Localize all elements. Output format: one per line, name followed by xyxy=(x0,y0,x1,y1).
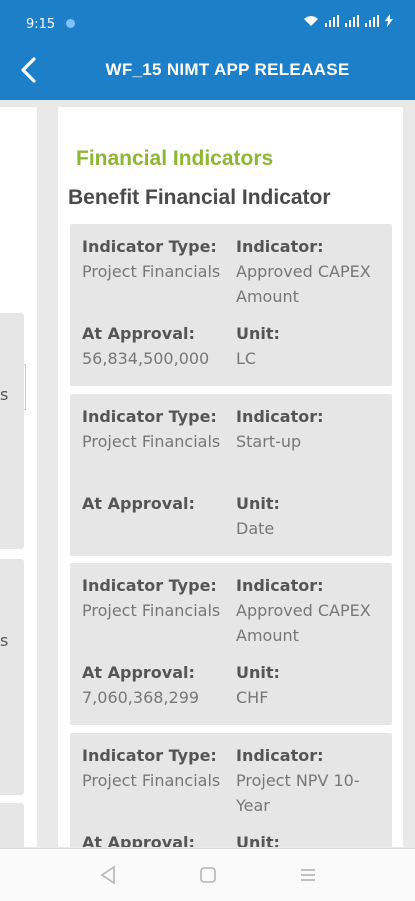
indicator-card[interactable]: Indicator Type: Project Financials Indic… xyxy=(70,563,392,725)
field-label: Indicator: xyxy=(236,576,324,595)
field-label: Indicator Type: xyxy=(82,746,217,765)
field-label: Indicator Type: xyxy=(82,576,217,595)
field-label: Indicator: xyxy=(236,237,324,256)
indicator-field: Indicator: Approved CAPEX Amount xyxy=(236,573,386,648)
field-label: At Approval: xyxy=(82,324,195,343)
field-value: Project Financials xyxy=(82,262,221,281)
field-label: At Approval: xyxy=(82,494,195,513)
field-value: 7,060,368,299 xyxy=(82,688,200,707)
indicator-card[interactable]: Indicator Type: Project Financials Indic… xyxy=(70,733,392,847)
financial-indicators-panel: Financial Indicators Benefit Financial I… xyxy=(58,107,403,847)
previous-card-text: s xyxy=(0,631,9,650)
field-label: Unit: xyxy=(236,833,280,847)
field-label: Unit: xyxy=(236,324,280,343)
status-bar: 9:15 xyxy=(0,0,415,42)
indicator-type-field: Indicator Type: Project Financials xyxy=(82,743,230,793)
app-bar: WF_15 NIMT APP RELEAASE xyxy=(0,42,415,100)
sub-title: Benefit Financial Indicator xyxy=(68,186,331,209)
unit-field: Unit: xyxy=(236,830,386,847)
indicator-type-field: Indicator Type: Project Financials xyxy=(82,404,230,454)
square-home-icon xyxy=(200,867,216,883)
field-value: Approved CAPEX Amount xyxy=(236,262,371,306)
unit-field: Unit: CHF xyxy=(236,660,386,710)
wifi-icon xyxy=(304,16,318,26)
signal-icon xyxy=(365,15,379,27)
unit-field: Unit: Date xyxy=(236,491,386,541)
field-label: Unit: xyxy=(236,663,280,682)
indicator-field: Indicator: Start-up xyxy=(236,404,386,454)
at-approval-field: At Approval: xyxy=(82,830,232,847)
notification-icon xyxy=(66,19,75,28)
field-value: Project Financials xyxy=(82,771,221,790)
indicator-type-field: Indicator Type: Project Financials xyxy=(82,573,230,623)
status-time: 9:15 xyxy=(26,17,56,32)
signal-icon xyxy=(345,15,359,27)
indicator-field: Indicator: Approved CAPEX Amount xyxy=(236,234,386,309)
at-approval-field: At Approval: 7,060,368,299 xyxy=(82,660,232,710)
indicator-card[interactable]: Indicator Type: Project Financials Indic… xyxy=(70,224,392,386)
signal-icon xyxy=(325,15,339,27)
previous-card: s xyxy=(0,559,24,795)
indicator-card[interactable]: Indicator Type: Project Financials Indic… xyxy=(70,394,392,556)
field-label: Indicator Type: xyxy=(82,237,217,256)
menu-lines-icon xyxy=(301,869,315,881)
previous-panel[interactable]: s s xyxy=(0,107,37,863)
nav-recents-button[interactable] xyxy=(294,863,322,887)
triangle-back-icon xyxy=(100,865,115,885)
at-approval-field: At Approval: xyxy=(82,491,232,516)
field-value: Start-up xyxy=(236,432,302,451)
indicator-type-field: Indicator Type: Project Financials xyxy=(82,234,230,284)
previous-card: s xyxy=(0,313,24,549)
field-value: Date xyxy=(236,519,275,538)
nav-back-button[interactable] xyxy=(95,863,123,887)
field-label: Indicator: xyxy=(236,407,324,426)
status-icons xyxy=(303,14,393,27)
field-label: Unit: xyxy=(236,494,280,513)
field-value: CHF xyxy=(236,688,269,707)
section-title: Financial Indicators xyxy=(76,147,274,170)
field-label: Indicator: xyxy=(236,746,324,765)
at-approval-field: At Approval: 56,834,500,000 xyxy=(82,321,232,371)
indicator-field: Indicator: Project NPV 10-Year xyxy=(236,743,386,818)
app-title: WF_15 NIMT APP RELEAASE xyxy=(105,60,350,79)
field-value: Approved CAPEX Amount xyxy=(236,601,371,645)
unit-field: Unit: LC xyxy=(236,321,386,371)
field-label: At Approval: xyxy=(82,833,195,847)
field-value: Project Financials xyxy=(82,601,221,620)
battery-charging-icon xyxy=(385,14,393,27)
field-value: LC xyxy=(236,349,257,368)
system-nav-bar xyxy=(0,848,415,901)
field-value: 56,834,500,000 xyxy=(82,349,210,368)
field-label: At Approval: xyxy=(82,663,195,682)
nav-home-button[interactable] xyxy=(194,863,222,887)
previous-card-text: s xyxy=(0,385,9,404)
field-value: Project Financials xyxy=(82,432,221,451)
field-label: Indicator Type: xyxy=(82,407,217,426)
field-value: Project NPV 10-Year xyxy=(236,771,360,815)
